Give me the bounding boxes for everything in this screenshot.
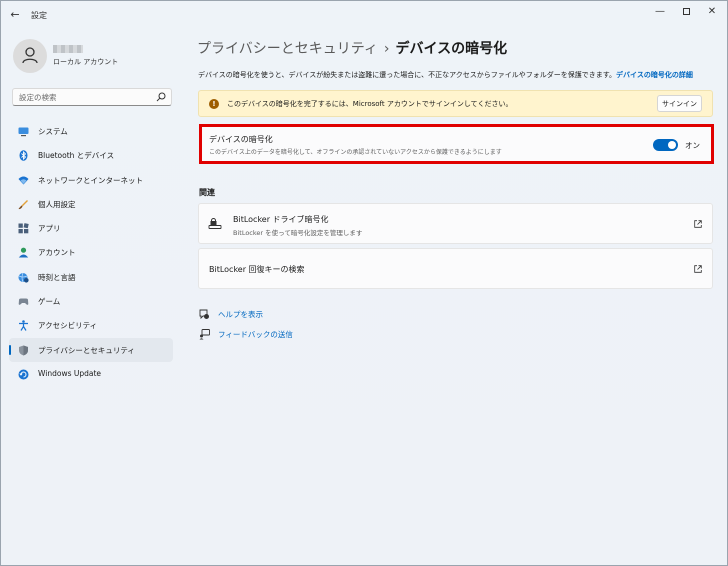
sidebar-item-label: プライバシーとセキュリティ	[38, 345, 135, 355]
gamepad-icon	[18, 298, 29, 305]
minimize-button[interactable]: —	[649, 5, 671, 19]
drive-lock-icon	[208, 218, 222, 229]
brush-icon	[18, 199, 28, 209]
encryption-subtitle: このデバイス上のデータを暗号化して、オフラインの承認されていないアクセスから保護…	[209, 149, 502, 156]
help-icon	[199, 309, 209, 320]
person-icon	[18, 248, 29, 258]
external-link-icon	[694, 220, 702, 228]
profile-name-redacted	[53, 45, 83, 53]
warning-text: このデバイスの暗号化を完了するには、Microsoft アカウントでサインインし…	[227, 100, 513, 108]
sidebar-item-label: 個人用設定	[38, 199, 76, 209]
sidebar-item-accounts[interactable]: アカウント	[9, 240, 173, 264]
maximize-button[interactable]	[675, 5, 697, 19]
sidebar-item-label: 時刻と言語	[38, 272, 76, 282]
bluetooth-icon	[19, 150, 28, 162]
shield-icon	[19, 345, 28, 356]
feedback-link-row[interactable]: フィードバックの送信	[199, 329, 293, 340]
person-icon	[22, 47, 38, 64]
related-heading: 関連	[199, 188, 215, 197]
search-icon[interactable]	[156, 92, 166, 102]
sidebar-item-personalization[interactable]: 個人用設定	[9, 192, 173, 216]
breadcrumb: プライバシーとセキュリティ › デバイスの暗号化	[197, 38, 507, 58]
app-title: 設定	[31, 11, 47, 20]
page-description: デバイスの暗号化を使うと、デバイスが紛失または盗難に遭った場合に、不正なアクセス…	[198, 70, 693, 80]
settings-window: ← 設定 — ✕ ローカル アカウント システム	[0, 0, 728, 566]
back-button[interactable]: ←	[7, 8, 23, 22]
sidebar-item-accessibility[interactable]: アクセシビリティ	[9, 313, 173, 337]
sidebar-item-time-language[interactable]: 時刻と言語	[9, 265, 173, 289]
bitlocker-drive-encryption-card[interactable]: BitLocker ドライブ暗号化 BitLocker を使って暗号化設定を管理…	[198, 203, 713, 244]
sidebar-item-label: アクセシビリティ	[38, 321, 98, 331]
sidebar-item-label: アカウント	[38, 248, 76, 258]
sidebar-item-gaming[interactable]: ゲーム	[9, 289, 173, 313]
globe-clock-icon	[18, 272, 29, 283]
sidebar-item-system[interactable]: システム	[9, 119, 173, 143]
title-bar: ← 設定 — ✕	[1, 1, 727, 29]
close-button[interactable]: ✕	[701, 5, 723, 19]
sidebar-item-label: Bluetooth とデバイス	[38, 151, 115, 161]
sidebar-nav: システム Bluetooth とデバイス ネットワークとインターネット 個人用設…	[9, 119, 173, 386]
search-box[interactable]	[12, 88, 172, 106]
account-type-label: ローカル アカウント	[53, 58, 119, 66]
external-link-icon	[694, 265, 702, 273]
sidebar-item-windows-update[interactable]: Windows Update	[9, 362, 173, 386]
sidebar-item-label: ネットワークとインターネット	[38, 175, 143, 185]
sidebar-item-label: システム	[38, 127, 68, 136]
warning-icon: !	[209, 99, 219, 109]
toggle-knob	[668, 141, 676, 149]
search-input[interactable]	[19, 92, 149, 103]
encryption-toggle[interactable]	[653, 139, 678, 151]
sidebar-item-label: アプリ	[38, 224, 61, 234]
apps-icon	[18, 223, 29, 234]
wifi-icon	[18, 176, 29, 185]
sidebar-item-label: ゲーム	[38, 297, 61, 307]
description-text: デバイスの暗号化を使うと、デバイスが紛失または盗難に遭った場合に、不正なアクセス…	[198, 71, 617, 79]
signin-warning-banner: ! このデバイスの暗号化を完了するには、Microsoft アカウントでサインイ…	[198, 90, 713, 117]
help-link-row[interactable]: ヘルプを表示	[199, 309, 263, 320]
card-title: BitLocker ドライブ暗号化	[233, 215, 329, 224]
learn-more-link[interactable]: デバイスの暗号化の詳細	[616, 71, 693, 79]
accessibility-icon	[19, 320, 28, 332]
sidebar-item-apps[interactable]: アプリ	[9, 216, 173, 240]
monitor-icon	[18, 127, 29, 137]
help-link[interactable]: ヘルプを表示	[218, 309, 263, 320]
chevron-right-icon: ›	[383, 41, 390, 57]
sidebar-item-network[interactable]: ネットワークとインターネット	[9, 168, 173, 192]
avatar[interactable]	[13, 39, 47, 73]
sidebar-item-bluetooth[interactable]: Bluetooth とデバイス	[9, 143, 173, 167]
sidebar-item-label: Windows Update	[38, 368, 102, 378]
sidebar-item-privacy-security[interactable]: プライバシーとセキュリティ	[9, 337, 173, 362]
breadcrumb-parent-link[interactable]: プライバシーとセキュリティ	[197, 41, 378, 57]
bitlocker-recovery-key-card[interactable]: BitLocker 回復キーの検索	[198, 248, 713, 289]
feedback-link[interactable]: フィードバックの送信	[218, 329, 293, 340]
signin-button[interactable]: サインイン	[657, 95, 702, 112]
feedback-icon	[199, 329, 210, 340]
maximize-icon	[682, 8, 690, 15]
card-title: BitLocker 回復キーの検索	[209, 265, 305, 274]
toggle-state-label: オン	[685, 141, 700, 150]
encryption-title: デバイスの暗号化	[209, 135, 273, 144]
card-subtitle: BitLocker を使って暗号化設定を管理します	[233, 229, 363, 237]
page-title: デバイスの暗号化	[395, 41, 508, 57]
device-encryption-card: デバイスの暗号化 このデバイス上のデータを暗号化して、オフラインの承認されていな…	[199, 124, 714, 164]
update-icon	[18, 369, 29, 380]
